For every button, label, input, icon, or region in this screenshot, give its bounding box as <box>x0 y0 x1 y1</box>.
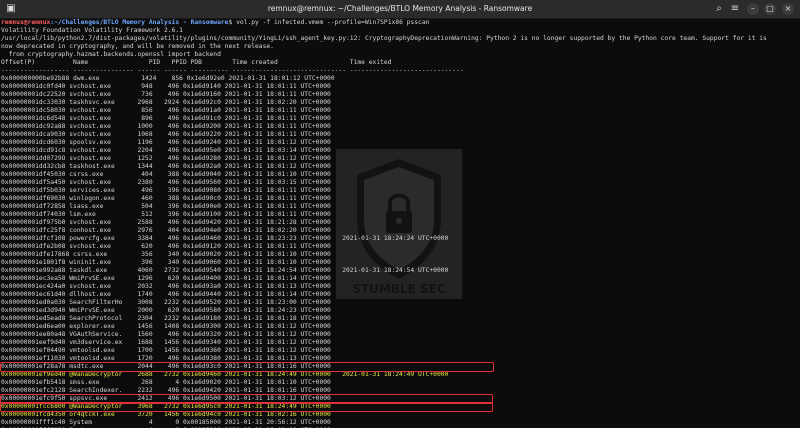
output-line: 0x00000001dd32cb8 taskhost.exe 1344 496 … <box>1 163 331 170</box>
output-line: 0x00000001e992a88 taskdl.exe 4060 2732 0… <box>1 267 449 274</box>
output-line: 0x00000001dc22520 svchost.exe 736 496 0x… <box>1 91 331 98</box>
close-icon[interactable]: × <box>782 3 794 15</box>
output-line: 0x00000001df72858 lsass.exe 504 396 0x1e… <box>1 203 331 210</box>
output-line: now deprecated in cryptography, and will… <box>1 43 274 50</box>
window-titlebar: ▣ remnux@remnux: ~/Challenges/BTLO Memor… <box>0 0 800 19</box>
output-line: 0x00000001ef04490 vmtoolsd.exe 1700 1456… <box>1 347 331 354</box>
terminal-output[interactable]: STUMBLE SEC remnux@remnux:~/Challenges/B… <box>0 19 800 428</box>
output-line: 0x00000001df5a450 svchost.exe 2380 496 0… <box>1 179 331 186</box>
output-line: 0x00000001dc0fd40 svchost.exe 948 496 0x… <box>1 83 331 90</box>
output-line: 0x00000001ed0a030 SearchFilterHo 3008 22… <box>1 299 331 306</box>
command-text: $ vol.py -f infected.vmem --profile=Win7… <box>228 19 430 26</box>
output-line: 0x00000001df5b030 services.exe 496 396 0… <box>1 187 331 194</box>
output-line: 0x00000001dc33030 taskhsvc.exe 2968 2924… <box>1 99 331 106</box>
output-line: 0x00000001e1801f8 wininit.exe 396 340 0x… <box>1 259 331 266</box>
window-title: remnux@remnux: ~/Challenges/BTLO Memory … <box>267 4 533 13</box>
output-line: ------------------ ---------------- ----… <box>1 67 464 74</box>
output-line: /usr/local/lib/python2.7/dist-packages/v… <box>1 35 767 42</box>
watermark-text: STUMBLE SEC <box>352 282 446 296</box>
output-line: 0x00000001efb5418 smss.exe 268 4 0x1e6d9… <box>1 379 331 386</box>
output-line: 0x00000001dd0729O svchost.exe 1252 496 0… <box>1 155 331 162</box>
output-line: 0x00000001df69030 winlogon.exe 460 388 0… <box>1 195 331 202</box>
output-line: Volatility Foundation Volatility Framewo… <box>1 27 183 34</box>
output-line: 0x00000001ec61d40 dllhost.exe 1740 496 0… <box>1 291 331 298</box>
prompt-path: :~/Challenges/BTLO Memory Analysis - Ran… <box>50 19 229 26</box>
output-line: 0x00000001ec424a0 svchost.exe 2032 496 0… <box>1 283 331 290</box>
output-line: 0x00000001ee80a48 VGAuthService. 1560 49… <box>1 331 331 338</box>
maximize-icon[interactable]: □ <box>764 3 776 15</box>
minimize-icon[interactable]: – <box>747 3 759 15</box>
output-line: 0x00000001dc92a88 svchost.exe 1000 496 0… <box>1 123 331 130</box>
output-line: 0x00000001dfe2b08 svchost.exe 620 496 0x… <box>1 243 331 250</box>
output-line: 0x00000001dfe17868 csrss.exe 356 340 0x1… <box>1 251 331 258</box>
output-line: Offset(P) Name PID PPID PDB Time created… <box>1 59 392 66</box>
prompt-user: remnux@remnux <box>1 19 51 26</box>
output-line: 0x00000001dc58030 svchost.exe 856 496 0x… <box>1 107 331 114</box>
output-line: 0x00000001dfc25f8 conhost.exe 2976 404 0… <box>1 227 331 234</box>
output-line: 0x00000001dc6d548 svchost.exe 896 496 0x… <box>1 115 331 122</box>
highlight-box-or4qtckt <box>0 402 493 412</box>
shield-lock-watermark-icon: STUMBLE SEC <box>336 149 462 299</box>
output-line: 0x00000001dfcf108 powercfg.exe 3384 496 … <box>1 235 449 242</box>
highlight-box-wanadecryptor-1 <box>0 362 494 372</box>
output-line: 0x00000001ec3ea58 WmiPrvSE.exe 1296 620 … <box>1 275 331 282</box>
output-line: 0x000000000be92b88 dwm.exe 1424 856 0x1e… <box>1 75 335 82</box>
output-line: from cryptography.hazmat.backends.openss… <box>1 51 221 58</box>
output-line: 0x00000001dcd91c8 svchost.exe 2204 496 0… <box>1 147 331 154</box>
search-icon[interactable]: ⌕ <box>712 3 726 15</box>
output-line: 0x00000001fff1c40 System 4 0 0x00185000 … <box>1 419 331 426</box>
output-line: 0x00000001dcd6030 spoolsv.exe 1196 496 0… <box>1 139 331 146</box>
highlighted-process-row: 0x00000001fcd4350 or4qtckT.exe 3720 1456… <box>1 411 331 418</box>
menu-icon[interactable]: ≡ <box>728 3 742 15</box>
prompt-line: remnux@remnux:~/Challenges/BTLO Memory A… <box>1 19 429 27</box>
output-line: 0x00000001df45030 csrss.exe 404 388 0x1e… <box>1 171 331 178</box>
output-line: 0x00000001ed6ea00 explorer.exe 1456 1408… <box>1 323 331 330</box>
output-line: 0x00000001ed5ead8 SearchProtocol 2304 22… <box>1 315 331 322</box>
highlighted-process-row: 0x00000001ef9ed40 @WanaDecryptor 2688 27… <box>1 371 449 378</box>
output-line: 0x00000001df975b0 svchost.exe 2588 496 0… <box>1 219 331 226</box>
output-line: 0x00000001df74030 lsm.exe 512 396 0x1e6d… <box>1 211 331 218</box>
output-line: 0x00000001ed3d940 WmiPrvSE.exe 2000 620 … <box>1 307 331 314</box>
output-line: 0x00000001eef9d40 vm3dservice.ex 1688 14… <box>1 339 331 346</box>
output-line: 0x00000001dca9030 svchost.exe 1068 496 0… <box>1 131 331 138</box>
